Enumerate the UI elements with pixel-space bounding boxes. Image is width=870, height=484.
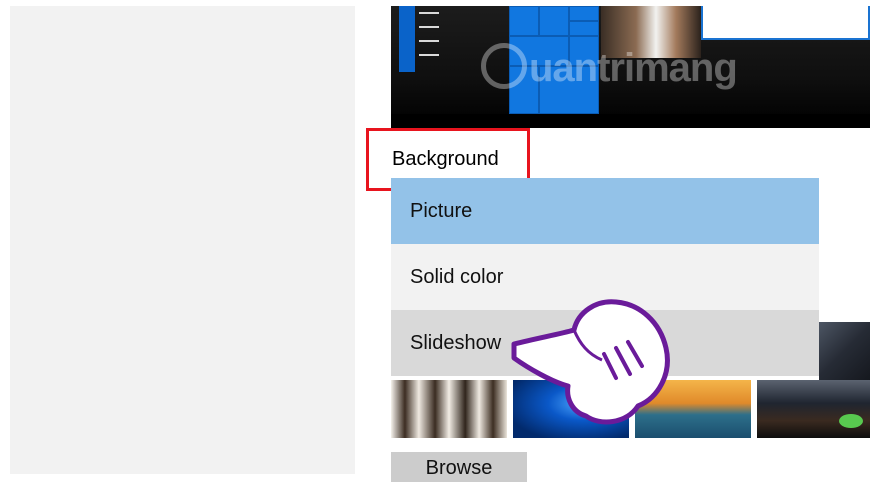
- slideshow-thumbnail-top[interactable]: [819, 322, 870, 380]
- background-preview: uantrimang: [391, 6, 870, 128]
- preview-taskbar: [391, 114, 870, 128]
- option-picture[interactable]: Picture: [391, 178, 819, 244]
- start-menu-strip: [399, 6, 415, 72]
- browse-button[interactable]: Browse: [391, 452, 527, 482]
- start-menu-lines: [419, 12, 439, 68]
- picture-thumbnail-4[interactable]: [757, 380, 870, 438]
- lightbulb-icon: [481, 43, 527, 90]
- preview-window: [701, 6, 870, 40]
- pointing-hand-icon: [511, 299, 670, 425]
- settings-left-pane: [10, 6, 355, 474]
- watermark-logo: uantrimang: [481, 43, 738, 93]
- picture-thumbnail-1[interactable]: [391, 380, 507, 438]
